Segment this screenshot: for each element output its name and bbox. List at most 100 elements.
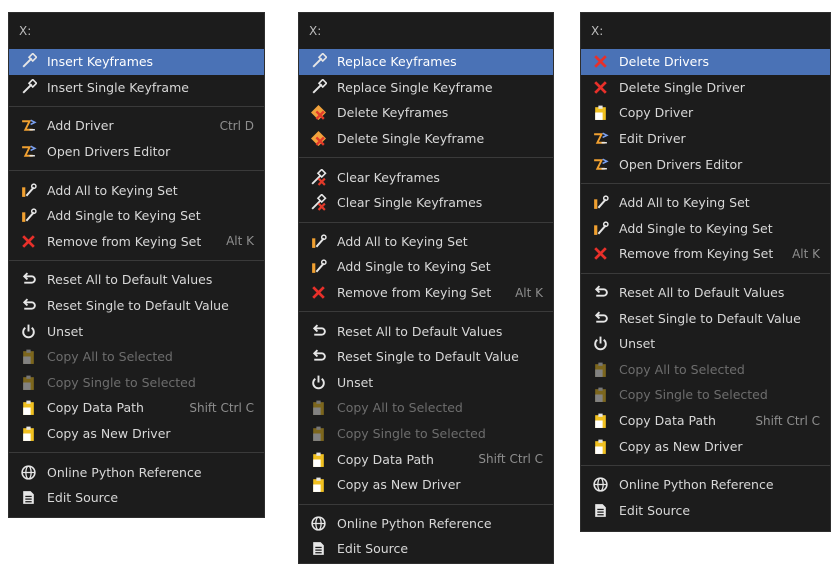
driver-icon [19,117,37,135]
power-icon [309,373,327,391]
menu-item-copy-data-path[interactable]: Copy Data Path Shift Ctrl C [581,408,830,434]
menu-item-label: Delete Keyframes [337,105,449,121]
menu-item-reset-all-to-default-values[interactable]: Reset All to Default Values [9,267,264,293]
menu-item-add-single-to-keying-set[interactable]: Add Single to Keying Set [581,216,830,242]
reset-icon [309,348,327,366]
menu-item-unset[interactable]: Unset [581,331,830,357]
power-icon [19,322,37,340]
menu-item-label: Add Single to Keying Set [619,220,773,236]
menu-item-add-all-to-keying-set[interactable]: Add All to Keying Set [299,229,553,255]
reset-icon [19,271,37,289]
menu-item-clear-keyframes[interactable]: Clear Keyframes [299,164,553,190]
menu-item-label: Copy All to Selected [47,349,173,365]
menu-item-clear-single-keyframes[interactable]: Clear Single Keyframes [299,190,553,216]
menu-item-copy-data-path[interactable]: Copy Data Path Shift Ctrl C [9,395,264,421]
menu-item-label: Reset All to Default Values [619,285,785,301]
clipboard-icon [19,348,37,366]
menu-item-unset[interactable]: Unset [299,370,553,396]
menu-item-edit-source[interactable]: Edit Source [581,498,830,524]
x-icon [591,78,609,96]
menu-item-reset-single-to-default-value[interactable]: Reset Single to Default Value [299,344,553,370]
context-menu-drivers: X: Delete Drivers Delete Single Driver Cop… [580,12,831,532]
menu-item-label: Copy Single to Selected [337,426,486,442]
menu-item-label: Add All to Keying Set [619,195,750,211]
menu-item-shortcut: Alt K [515,285,543,300]
menu-item-online-python-reference[interactable]: Online Python Reference [299,511,553,537]
menu-item-add-single-to-keying-set[interactable]: Add Single to Keying Set [9,203,264,229]
menu-item-open-drivers-editor[interactable]: Open Drivers Editor [581,151,830,177]
menu-item-label: Edit Source [337,541,409,557]
menu-item-remove-from-keying-set[interactable]: Remove from Keying Set Alt K [9,229,264,255]
menu-item-label: Copy Single to Selected [47,374,196,390]
menu-item-unset[interactable]: Unset [9,318,264,344]
menu-item-label: Online Python Reference [619,477,774,493]
globe-icon [19,463,37,481]
menu-item-label: Clear Single Keyframes [337,195,483,211]
menu-item-copy-all-to-selected[interactable]: Copy All to Selected [299,395,553,421]
menu-item-replace-keyframes[interactable]: Replace Keyframes [299,49,553,75]
driver-icon [591,130,609,148]
menu-item-copy-single-to-selected[interactable]: Copy Single to Selected [9,370,264,396]
keying-set-icon [19,181,37,199]
clipboard-icon [591,360,609,378]
menu-item-delete-drivers[interactable]: Delete Drivers [581,49,830,75]
menu-item-insert-single-keyframe[interactable]: Insert Single Keyframe [9,75,264,101]
menu-item-add-driver[interactable]: Add Driver Ctrl D [9,113,264,139]
menu-item-label: Reset Single to Default Value [47,298,229,314]
menu-item-label: Replace Single Keyframe [337,79,493,95]
menu-item-copy-single-to-selected[interactable]: Copy Single to Selected [581,382,830,408]
menu-item-online-python-reference[interactable]: Online Python Reference [9,459,264,485]
menu-item-label: Add All to Keying Set [47,182,178,198]
reset-icon [591,284,609,302]
menu-item-label: Insert Single Keyframe [47,79,189,95]
menu-header: X: [591,24,604,38]
menu-item-edit-source[interactable]: Edit Source [9,485,264,511]
menu-item-add-all-to-keying-set[interactable]: Add All to Keying Set [581,190,830,216]
menu-item-copy-data-path[interactable]: Copy Data Path Shift Ctrl C [299,446,553,472]
menu-item-remove-from-keying-set[interactable]: Remove from Keying Set Alt K [581,241,830,267]
menu-item-label: Copy as New Driver [619,438,743,454]
menu-item-label: Copy Driver [619,105,694,121]
menu-item-label: Add Single to Keying Set [337,259,491,275]
menu-item-delete-single-keyframe[interactable]: Delete Single Keyframe [299,126,553,152]
menu-separator [9,106,264,108]
menu-item-add-all-to-keying-set[interactable]: Add All to Keying Set [9,177,264,203]
menu-header: X: [309,24,322,38]
menu-item-label: Unset [619,336,656,352]
menu-item-label: Unset [337,374,374,390]
text-file-icon [309,540,327,558]
menu-item-label: Edit Source [47,490,119,506]
menu-separator [9,452,264,454]
menu-item-insert-keyframes[interactable]: Insert Keyframes [9,49,264,75]
menu-item-copy-as-new-driver[interactable]: Copy as New Driver [581,433,830,459]
menu-item-copy-all-to-selected[interactable]: Copy All to Selected [9,344,264,370]
keyframe-icon [309,53,327,71]
menu-item-label: Reset Single to Default Value [337,349,519,365]
menu-item-copy-as-new-driver[interactable]: Copy as New Driver [9,421,264,447]
menu-item-online-python-reference[interactable]: Online Python Reference [581,472,830,498]
menu-item-replace-single-keyframe[interactable]: Replace Single Keyframe [299,75,553,101]
menu-item-copy-as-new-driver[interactable]: Copy as New Driver [299,472,553,498]
reset-icon [19,297,37,315]
menu-item-shortcut: Ctrl D [219,118,254,133]
menu-item-delete-keyframes[interactable]: Delete Keyframes [299,100,553,126]
menu-item-edit-driver[interactable]: Edit Driver [581,126,830,152]
menu-item-reset-single-to-default-value[interactable]: Reset Single to Default Value [9,293,264,319]
clipboard-icon [591,437,609,455]
menu-item-add-single-to-keying-set[interactable]: Add Single to Keying Set [299,254,553,280]
menu-item-copy-all-to-selected[interactable]: Copy All to Selected [581,357,830,383]
menu-item-copy-single-to-selected[interactable]: Copy Single to Selected [299,421,553,447]
x-icon [591,53,609,71]
menu-item-reset-all-to-default-values[interactable]: Reset All to Default Values [299,318,553,344]
menu-item-edit-source[interactable]: Edit Source [299,536,553,562]
menu-item-remove-from-keying-set[interactable]: Remove from Keying Set Alt K [299,280,553,306]
menu-item-reset-single-to-default-value[interactable]: Reset Single to Default Value [581,305,830,331]
menu-item-open-drivers-editor[interactable]: Open Drivers Editor [9,139,264,165]
menu-item-label: Copy as New Driver [47,426,171,442]
menu-item-copy-driver[interactable]: Copy Driver [581,100,830,126]
menu-item-label: Copy All to Selected [337,400,463,416]
menu-item-reset-all-to-default-values[interactable]: Reset All to Default Values [581,280,830,306]
menu-item-delete-single-driver[interactable]: Delete Single Driver [581,75,830,101]
menu-item-label: Add Single to Keying Set [47,208,201,224]
power-icon [591,335,609,353]
